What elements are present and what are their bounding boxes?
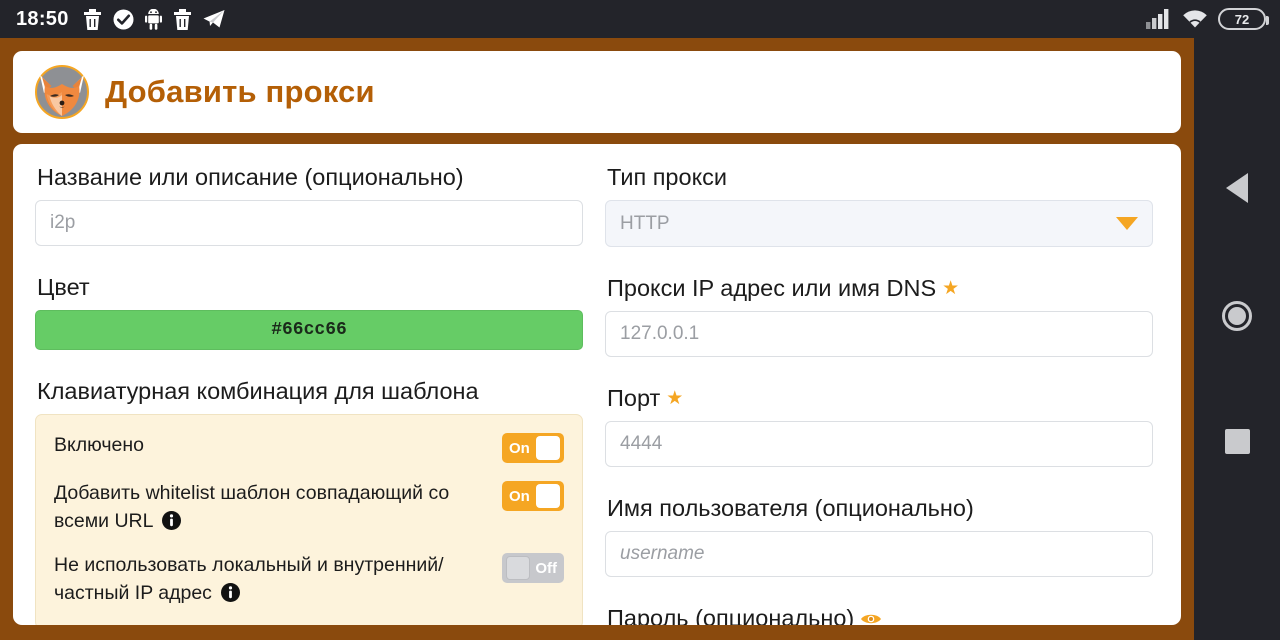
port-label-text: Порт <box>607 385 661 411</box>
toggle-row-enabled: Включено On <box>54 431 564 463</box>
battery-indicator: 72 <box>1218 8 1269 30</box>
proxy-ip-input[interactable]: 127.0.0.1 <box>605 311 1153 357</box>
toggle-label-local-ip: Не использовать локальный и внутренний/ч… <box>54 551 488 607</box>
toggle-switch-enabled[interactable]: On <box>502 433 564 463</box>
toggle-row-whitelist: Добавить whitelist шаблон совпадающий со… <box>54 479 564 535</box>
toggle-switch-local-ip[interactable]: Off <box>502 553 564 584</box>
app-header: Добавить прокси <box>13 51 1181 133</box>
device-screen: 18:50 72 Добавить прокси Название или оп… <box>0 0 1280 640</box>
back-triangle-icon[interactable] <box>1226 173 1248 203</box>
required-star-icon: ★ <box>942 278 960 299</box>
proxy-ip-label-text: Прокси IP адрес или имя DNS <box>607 275 937 301</box>
form-right-column: Тип прокси HTTP Прокси IP адрес или имя … <box>605 164 1153 625</box>
toggle-text-whitelist: Добавить whitelist шаблон совпадающий со… <box>54 482 450 532</box>
username-label: Имя пользователя (опционально) <box>607 495 974 521</box>
toggle-switch-whitelist[interactable]: On <box>502 481 564 511</box>
username-input[interactable]: username <box>605 531 1153 577</box>
chevron-down-icon <box>1116 217 1138 230</box>
android-nav-bar <box>1194 38 1280 640</box>
port-label: Порт ★ <box>607 385 1153 412</box>
toggle-knob <box>506 556 530 581</box>
status-bar-notification-icons <box>83 8 225 30</box>
shortcut-section-label: Клавиатурная комбинация для шаблона <box>37 378 479 404</box>
info-icon[interactable] <box>162 510 182 530</box>
password-label: Пароль (опционально) <box>607 605 1153 625</box>
signal-bars-icon <box>1146 9 1169 29</box>
toggle-label-whitelist: Добавить whitelist шаблон совпадающий со… <box>54 479 488 535</box>
trash-icon <box>173 8 191 30</box>
toggle-text-local-ip: Не использовать локальный и внутренний/ч… <box>54 554 444 605</box>
toggle-state-enabled: On <box>509 439 530 457</box>
toggle-state-whitelist: On <box>509 487 530 505</box>
proxy-type-value: HTTP <box>620 212 670 234</box>
home-circle-icon[interactable] <box>1222 301 1252 331</box>
form-left-column: Название или описание (опционально) i2p … <box>35 164 583 625</box>
shortcut-settings-panel: Включено On Добавить whitelist шаблон со… <box>35 414 583 625</box>
app-frame: Добавить прокси Название или описание (о… <box>0 38 1194 640</box>
status-bar-system-icons: 72 <box>1146 8 1269 30</box>
recents-square-icon[interactable] <box>1224 429 1250 454</box>
wifi-icon <box>1183 10 1207 28</box>
toggle-text-enabled: Включено <box>54 434 144 456</box>
battery-level-text: 72 <box>1234 11 1250 27</box>
color-picker-button[interactable]: #66cc66 <box>35 310 583 350</box>
telegram-icon <box>203 10 225 28</box>
port-input[interactable]: 4444 <box>605 421 1153 467</box>
toggle-state-local-ip: Off <box>535 559 557 577</box>
trash-icon <box>83 8 101 30</box>
eye-icon[interactable] <box>860 612 882 626</box>
proxy-form: Название или описание (опционально) i2p … <box>13 144 1181 625</box>
status-bar: 18:50 72 <box>0 0 1280 38</box>
password-label-text: Пароль (опционально) <box>607 605 855 625</box>
toggle-knob <box>536 484 560 508</box>
android-robot-icon <box>144 8 162 30</box>
name-input[interactable]: i2p <box>35 200 583 246</box>
check-circle-icon <box>113 9 134 29</box>
fox-logo <box>35 65 89 119</box>
required-star-icon: ★ <box>666 388 684 409</box>
color-field-label: Цвет <box>37 274 90 300</box>
info-icon[interactable] <box>221 583 241 603</box>
toggle-label-enabled: Включено <box>54 431 488 460</box>
status-bar-clock: 18:50 <box>16 7 69 30</box>
name-field-label: Название или описание (опционально) <box>37 164 464 190</box>
toggle-knob <box>536 436 560 460</box>
toggle-row-local-ip: Не использовать локальный и внутренний/ч… <box>54 551 564 607</box>
proxy-type-select[interactable]: HTTP <box>605 200 1153 247</box>
page-title: Добавить прокси <box>105 74 375 109</box>
proxy-type-label: Тип прокси <box>607 164 727 190</box>
proxy-ip-label: Прокси IP адрес или имя DNS ★ <box>607 275 1153 302</box>
